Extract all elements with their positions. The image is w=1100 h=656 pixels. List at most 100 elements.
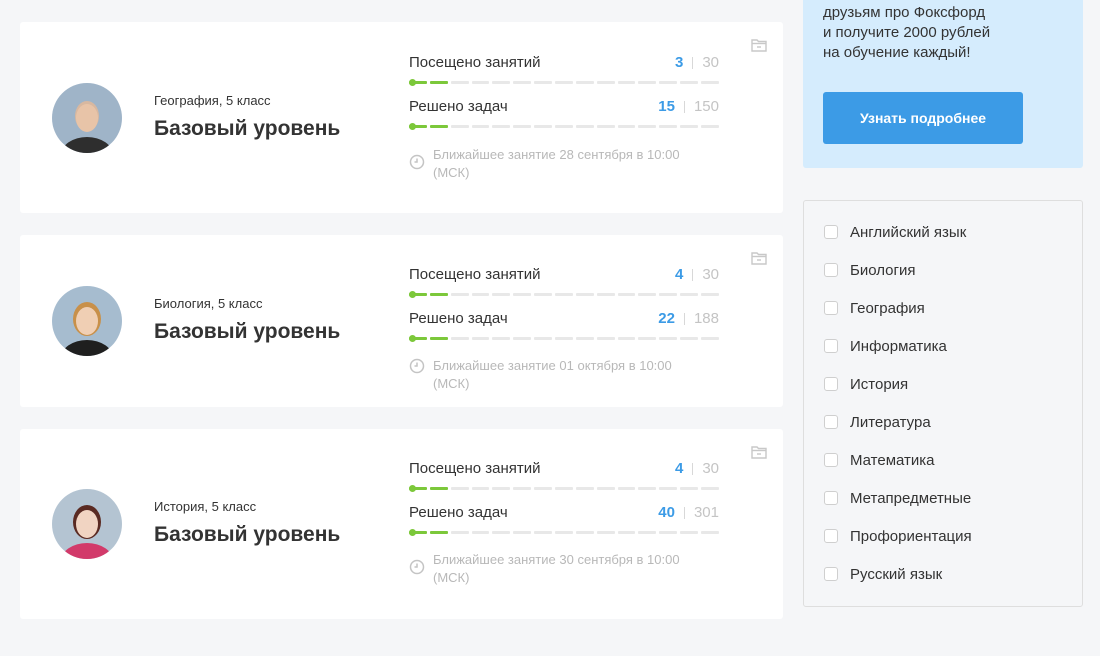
progress-segment [450, 81, 469, 84]
stat-current: 15 [658, 98, 675, 115]
filter-checkbox[interactable] [824, 453, 838, 467]
filter-option[interactable]: Информатика [824, 336, 947, 356]
stat-divider [683, 313, 685, 325]
teacher-avatar [52, 489, 122, 559]
progress-segment [429, 293, 448, 296]
solved-tasks-stat: Решено задач 40 301 [409, 504, 719, 536]
progress-segment [471, 531, 490, 534]
progress-segment [638, 337, 657, 340]
progress-segment [429, 81, 448, 84]
stat-divider [683, 101, 685, 113]
progress-segment [429, 531, 448, 534]
progress-segment [555, 337, 573, 340]
progress-segment [701, 531, 719, 534]
stat-total: 30 [702, 460, 719, 477]
learn-more-button[interactable]: Узнать подробнее [823, 92, 1023, 144]
stat-counts: 22 188 [658, 310, 719, 328]
progress-segment [638, 81, 657, 84]
progress-segment [492, 125, 511, 128]
progress-segment [680, 81, 699, 84]
progress-segment [429, 125, 448, 128]
progress-segment [596, 337, 615, 340]
filter-label: Информатика [850, 337, 947, 355]
progress-segment [429, 337, 448, 340]
filter-label: Литература [850, 413, 931, 431]
filter-option[interactable]: Литература [824, 412, 931, 432]
next-lesson: Ближайшее занятие 01 октября в 10:00 (МС… [409, 357, 709, 393]
progress-start-dot [409, 123, 416, 130]
progress-segment [617, 81, 636, 84]
progress-segment [617, 531, 636, 534]
stat-label: Посещено занятий [409, 266, 541, 283]
course-subject: История, 5 класс [154, 499, 257, 514]
progress-segment [513, 337, 532, 340]
course-card[interactable]: Биология, 5 класс Базовый уровень Посеще… [20, 235, 783, 407]
filter-checkbox[interactable] [824, 339, 838, 353]
progress-segment [701, 293, 719, 296]
stat-divider [683, 507, 685, 519]
progress-segment [638, 293, 657, 296]
progress-segment [575, 531, 594, 534]
filter-checkbox[interactable] [824, 567, 838, 581]
progress-segment [680, 293, 699, 296]
promo-text: друзьям про Фоксфорд и получите 2000 руб… [823, 4, 991, 61]
filter-option[interactable]: Русский язык [824, 564, 942, 584]
progress-segment [575, 487, 594, 490]
clock-icon [409, 559, 425, 575]
progress-segment [701, 81, 719, 84]
filter-checkbox[interactable] [824, 263, 838, 277]
progress-segment [575, 293, 594, 296]
progress-segment [534, 293, 553, 296]
course-card[interactable]: История, 5 класс Базовый уровень Посещен… [20, 429, 783, 619]
progress-segment [534, 531, 553, 534]
filter-option[interactable]: География [824, 298, 925, 318]
progress-segment [555, 487, 573, 490]
stat-total: 30 [702, 54, 719, 71]
stat-counts: 4 30 [675, 460, 719, 478]
filter-option[interactable]: Профориентация [824, 526, 972, 546]
visited-lessons-stat: Посещено занятий 4 30 [409, 266, 719, 298]
stat-counts: 40 301 [658, 504, 719, 522]
progress-segment [513, 125, 532, 128]
progress-segment [659, 487, 678, 490]
filter-checkbox[interactable] [824, 529, 838, 543]
filter-checkbox[interactable] [824, 491, 838, 505]
filter-checkbox[interactable] [824, 377, 838, 391]
filter-checkbox[interactable] [824, 415, 838, 429]
progress-segment [659, 531, 678, 534]
progress-segment [555, 531, 573, 534]
filter-checkbox[interactable] [824, 301, 838, 315]
progress-start-dot [409, 79, 416, 86]
filter-option[interactable]: Метапредметные [824, 488, 971, 508]
next-lesson: Ближайшее занятие 28 сентября в 10:00 (М… [409, 146, 709, 182]
progress-segment [513, 293, 532, 296]
clock-icon [409, 154, 425, 170]
progress-segment [555, 293, 573, 296]
stat-divider [692, 269, 694, 281]
filter-option[interactable]: Биология [824, 260, 915, 280]
stat-divider [692, 57, 694, 69]
course-subject: Биология, 5 класс [154, 296, 263, 311]
progress-segment [471, 337, 490, 340]
filter-option[interactable]: Математика [824, 450, 935, 470]
progress-segment [429, 487, 448, 490]
clock-icon [409, 358, 425, 374]
filter-label: История [850, 375, 909, 393]
filter-option[interactable]: История [824, 374, 908, 394]
course-card[interactable]: География, 5 класс Базовый уровень Посещ… [20, 22, 783, 213]
folder-icon[interactable] [751, 38, 767, 52]
filter-checkbox[interactable] [824, 225, 838, 239]
teacher-avatar [52, 286, 122, 356]
progress-bar [409, 485, 719, 492]
course-level: Базовый уровень [154, 117, 341, 140]
next-lesson-text: Ближайшее занятие 01 октября в 10:00 (МС… [433, 358, 672, 391]
stat-total: 188 [693, 310, 719, 327]
progress-segment [471, 125, 490, 128]
next-lesson-text: Ближайшее занятие 28 сентября в 10:00 (М… [433, 147, 680, 180]
folder-icon[interactable] [751, 251, 767, 265]
stat-counts: 3 30 [675, 54, 719, 72]
filter-option[interactable]: Английский язык [824, 222, 966, 242]
folder-icon[interactable] [751, 445, 767, 459]
progress-bar [409, 123, 719, 130]
progress-segment [450, 487, 469, 490]
